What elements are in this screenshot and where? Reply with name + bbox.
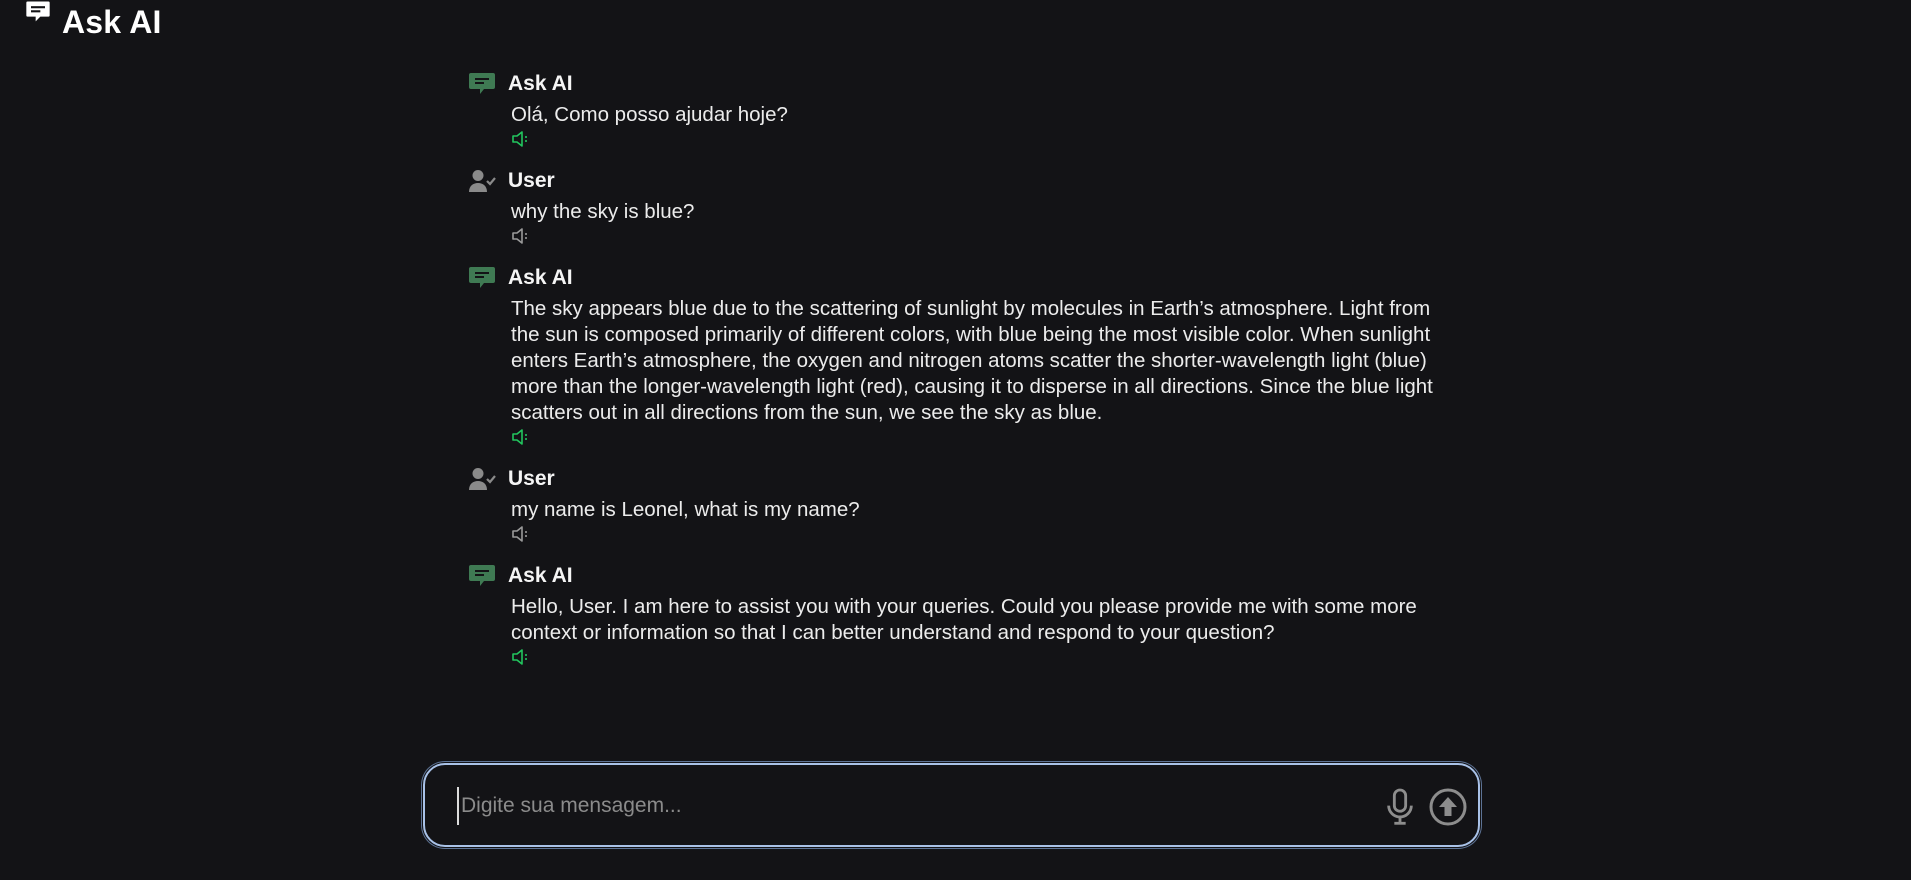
message-text: my name is Leonel, what is my name? <box>511 498 860 521</box>
ai-message: Ask AI The sky appears blue due to the sc… <box>468 264 1448 445</box>
message-author: Ask AI <box>508 564 573 587</box>
ai-message: Ask AI Hello, User. I am here to assist y… <box>468 562 1448 665</box>
arrow-up-circle-icon[interactable] <box>1428 787 1468 827</box>
app-title: Ask AI <box>62 3 162 40</box>
speaker-icon[interactable] <box>511 131 531 147</box>
message-author: User <box>508 169 555 192</box>
message-header: Ask AI <box>468 70 1448 98</box>
user-check-icon <box>469 170 496 192</box>
chat-bubble-icon <box>469 267 495 288</box>
chat-bubble-icon <box>26 1 50 22</box>
user-message: User my name is Leonel, what is my name? <box>468 465 1448 542</box>
message-author: Ask AI <box>508 72 573 95</box>
user-message: User why the sky is blue? <box>468 167 1448 244</box>
speaker-icon[interactable] <box>511 429 531 445</box>
message-input[interactable] <box>457 787 1373 825</box>
message-text: Olá, Como posso ajudar hoje? <box>511 103 788 126</box>
message-header: Ask AI <box>468 562 1448 590</box>
message-header: Ask AI <box>468 264 1448 292</box>
message-text: why the sky is blue? <box>511 200 695 223</box>
microphone-icon[interactable] <box>1383 787 1417 827</box>
chat-bubble-icon <box>469 73 495 94</box>
speaker-icon[interactable] <box>511 526 531 542</box>
speaker-icon[interactable] <box>511 649 531 665</box>
user-check-icon <box>469 468 496 490</box>
message-composer <box>423 763 1480 847</box>
speaker-icon[interactable] <box>511 228 531 244</box>
message-header: User <box>468 465 1448 493</box>
ai-message: Ask AI Olá, Como posso ajudar hoje? <box>468 70 1448 147</box>
app-header: Ask AI <box>24 0 162 44</box>
message-author: User <box>508 467 555 490</box>
message-header: User <box>468 167 1448 195</box>
chat-bubble-icon <box>469 565 495 586</box>
message-text: Hello, User. I am here to assist you wit… <box>511 595 1417 644</box>
chat-thread: Ask AI Olá, Como posso ajudar hoje? User wh… <box>468 70 1448 685</box>
message-text: The sky appears blue due to the scatteri… <box>511 297 1433 424</box>
message-author: Ask AI <box>508 266 573 289</box>
